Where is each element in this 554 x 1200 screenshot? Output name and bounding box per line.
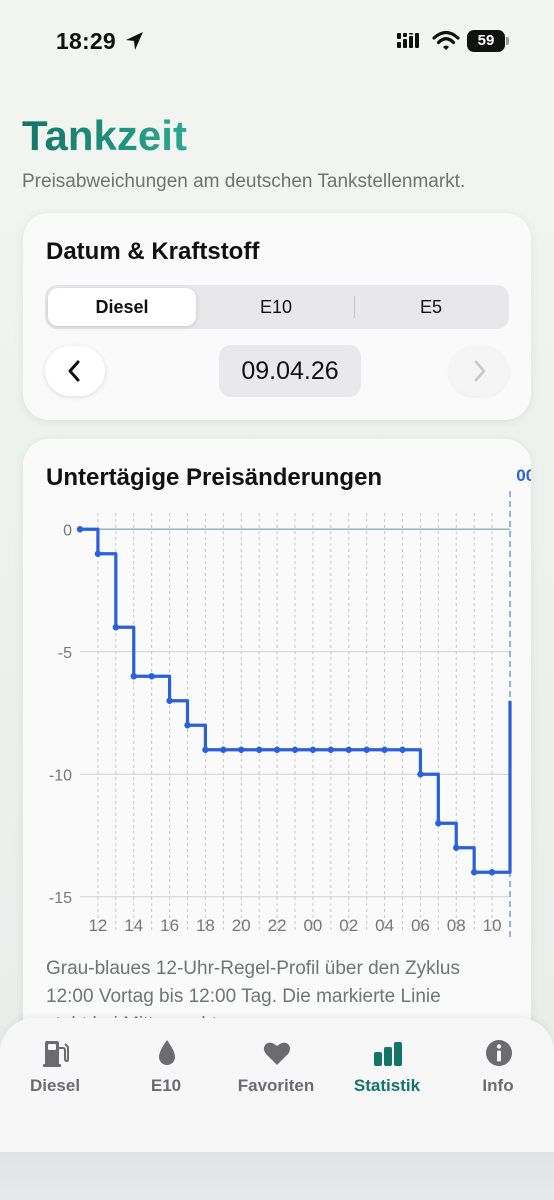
data-point (273, 746, 281, 753)
fuel-segment-diesel[interactable]: Diesel (48, 288, 196, 326)
x-tick-label: 02 (339, 916, 358, 935)
app-subtitle: Preisabweichungen am deutschen Tankstell… (22, 171, 466, 192)
tab-diesel[interactable]: Diesel (5, 1036, 105, 1106)
fuel-pump-icon (43, 1041, 69, 1067)
y-tick-label: -5 (58, 645, 72, 662)
data-point (291, 746, 299, 753)
tab-info[interactable]: Info (448, 1036, 548, 1106)
location-arrow-icon (126, 32, 143, 50)
data-point (238, 746, 245, 753)
tab-e10-label: E10 (150, 1076, 182, 1095)
data-point (327, 746, 335, 753)
cellular-signal-icon (397, 33, 419, 48)
date-fuel-card: Datum & Kraftstoff Diesel E10 E5 09.04.2… (23, 213, 531, 420)
data-point (130, 673, 137, 680)
data-point (166, 697, 173, 704)
app-title: Tankzeit (22, 112, 187, 159)
data-point (363, 746, 370, 753)
status-bar: 18:29 59 (0, 0, 554, 80)
data-point (76, 526, 84, 533)
chevron-right-icon (474, 360, 486, 382)
data-point (112, 624, 120, 631)
y-tick-label: -10 (49, 767, 72, 784)
x-tick-label: 00 (303, 916, 322, 935)
battery-icon: 59 (467, 30, 511, 52)
data-point (417, 771, 424, 778)
data-point (148, 673, 155, 680)
x-tick-label: 16 (160, 916, 179, 935)
info-icon (486, 1040, 512, 1066)
data-point (345, 746, 352, 753)
data-point (309, 746, 317, 753)
data-point (470, 869, 478, 876)
data-point (435, 820, 442, 827)
y-tick-label: -15 (49, 890, 72, 907)
y-tick-label: 0 (63, 522, 72, 539)
tab-favoriten[interactable]: Favoriten (226, 1036, 326, 1106)
tab-diesel-label: Diesel (29, 1076, 81, 1095)
wifi-icon (432, 30, 460, 50)
x-tick-label: 06 (411, 916, 430, 935)
x-tick-label: 10 (483, 916, 502, 935)
fuel-segmented-control: Diesel E10 E5 (45, 285, 509, 329)
data-point (488, 869, 496, 876)
previous-day-button[interactable] (45, 346, 105, 396)
midnight-marker-label: 00:00 (516, 466, 531, 485)
x-tick-label: 20 (232, 916, 251, 935)
x-tick-label: 18 (196, 916, 215, 935)
date-display[interactable]: 09.04.26 (219, 345, 361, 397)
next-day-button[interactable] (449, 346, 509, 396)
x-tick-label: 12 (88, 916, 107, 935)
tab-favoriten-label: Favoriten (237, 1076, 315, 1095)
data-point (94, 550, 102, 557)
drop-icon (159, 1040, 175, 1065)
fuel-segment-e10[interactable]: E10 (199, 288, 353, 326)
status-time: 18:29 (56, 28, 116, 54)
data-point (399, 746, 406, 753)
tab-statistik-label: Statistik (353, 1076, 421, 1095)
intraday-price-chart: 0 -5 -10 -15 12 14 16 18 20 22 00 02 04 06 08 10 00:00 (49, 466, 531, 937)
tab-e10[interactable]: E10 (116, 1036, 216, 1106)
data-point (453, 844, 460, 851)
x-tick-label: 14 (124, 916, 143, 935)
data-point (255, 746, 263, 753)
chevron-left-icon (68, 360, 80, 382)
heart-icon (263, 1042, 291, 1065)
x-tick-label: 08 (447, 916, 466, 935)
tab-statistik[interactable]: Statistik (337, 1036, 437, 1106)
x-tick-label: 04 (375, 916, 394, 935)
tab-bar: Diesel E10 Favoriten Statistik Info (0, 1018, 554, 1152)
home-indicator-area (0, 1152, 554, 1200)
date-card-title: Datum & Kraftstoff (46, 238, 260, 265)
battery-level: 59 (467, 30, 505, 52)
bar-chart-icon (374, 1042, 402, 1066)
price-chart-card: Untertägige Preisänderungen 0 -5 -10 -15 12 1… (23, 439, 531, 1079)
x-tick-label: 22 (268, 916, 287, 935)
data-point (220, 746, 227, 753)
tab-info-label: Info (482, 1076, 514, 1095)
data-point (202, 746, 209, 753)
fuel-segment-e5[interactable]: E5 (355, 288, 507, 326)
data-point (184, 722, 191, 729)
data-point (381, 746, 388, 753)
